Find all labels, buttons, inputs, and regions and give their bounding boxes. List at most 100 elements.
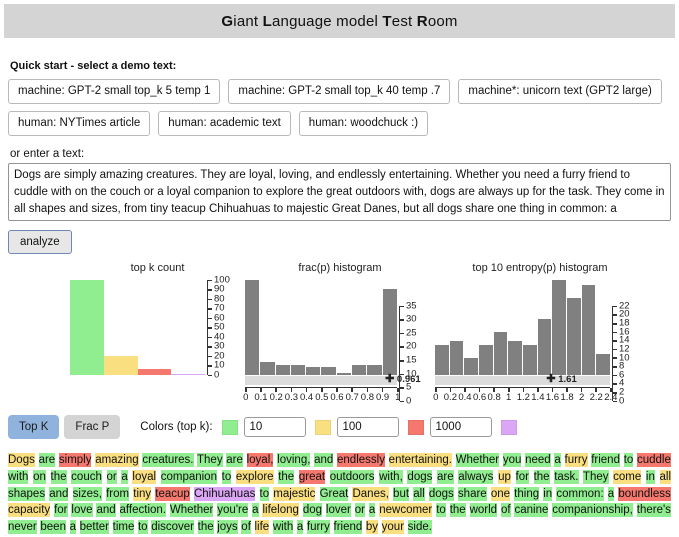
result-token[interactable]: to bbox=[138, 520, 148, 534]
result-token[interactable]: and bbox=[49, 487, 68, 501]
demo-button-academic-text[interactable]: human: academic text bbox=[158, 111, 291, 136]
result-token[interactable]: are bbox=[226, 453, 243, 467]
color-threshold-input-2[interactable] bbox=[430, 417, 492, 437]
result-token[interactable]: time bbox=[113, 520, 135, 534]
result-token[interactable]: there's bbox=[637, 503, 671, 517]
result-token[interactable]: been bbox=[40, 520, 66, 534]
result-token[interactable]: entertaining. bbox=[389, 453, 452, 467]
result-token[interactable]: a bbox=[252, 503, 258, 517]
result-token[interactable]: joys bbox=[217, 520, 237, 534]
result-token[interactable]: capacity bbox=[8, 503, 50, 517]
result-token[interactable]: Dogs bbox=[8, 453, 35, 467]
result-token[interactable]: to bbox=[222, 470, 232, 484]
result-token[interactable]: the bbox=[51, 470, 67, 484]
demo-button-woodchuck[interactable]: human: woodchuck :) bbox=[299, 111, 428, 136]
result-token[interactable]: for bbox=[516, 470, 529, 484]
color-swatch-0[interactable] bbox=[222, 420, 238, 435]
result-token[interactable]: one bbox=[491, 487, 510, 501]
result-token[interactable]: lifelong bbox=[262, 503, 298, 517]
result-token[interactable]: Chihuahuas bbox=[194, 487, 255, 501]
result-token[interactable]: a bbox=[369, 503, 375, 517]
demo-button-unicorn-text[interactable]: machine*: unicorn text (GPT2 large) bbox=[458, 79, 661, 104]
analyze-button[interactable]: analyze bbox=[8, 230, 72, 254]
result-token[interactable]: boundless bbox=[618, 487, 670, 501]
result-token[interactable]: majestic bbox=[273, 487, 315, 501]
result-token[interactable]: on bbox=[33, 470, 46, 484]
result-token[interactable]: a bbox=[608, 487, 614, 501]
result-token[interactable]: teacup bbox=[155, 487, 190, 501]
result-token[interactable]: great bbox=[299, 470, 325, 484]
result-token[interactable]: and bbox=[96, 503, 115, 517]
result-token[interactable]: sizes, bbox=[73, 487, 102, 501]
result-token[interactable]: love bbox=[71, 503, 92, 517]
result-token[interactable]: to bbox=[436, 503, 446, 517]
result-token[interactable]: need bbox=[525, 453, 551, 467]
tab-frac-p[interactable]: Frac P bbox=[64, 415, 120, 439]
result-token[interactable]: loyal bbox=[132, 470, 156, 484]
result-token[interactable]: from bbox=[106, 487, 129, 501]
result-token[interactable]: better bbox=[80, 520, 109, 534]
result-token[interactable]: Great bbox=[320, 487, 349, 501]
result-token[interactable]: and bbox=[314, 453, 333, 467]
result-token[interactable]: Whether bbox=[456, 453, 499, 467]
result-token[interactable]: friend bbox=[334, 520, 363, 534]
result-token[interactable]: loving, bbox=[277, 453, 310, 467]
result-token[interactable]: come bbox=[613, 470, 641, 484]
result-token[interactable]: discover bbox=[151, 520, 194, 534]
result-token[interactable]: dog bbox=[303, 503, 322, 517]
text-input[interactable] bbox=[8, 163, 671, 221]
result-token[interactable]: your bbox=[382, 520, 404, 534]
result-token[interactable]: loyal, bbox=[247, 453, 274, 467]
tab-top-k[interactable]: Top K bbox=[8, 415, 59, 439]
result-token[interactable]: dogs bbox=[429, 487, 454, 501]
result-token[interactable]: of bbox=[241, 520, 251, 534]
result-token[interactable]: companionship, bbox=[552, 503, 633, 517]
result-token[interactable]: a bbox=[297, 520, 303, 534]
result-token[interactable]: you're bbox=[217, 503, 248, 517]
result-token[interactable]: furry bbox=[565, 453, 588, 467]
result-token[interactable]: a bbox=[121, 470, 127, 484]
result-token[interactable]: with bbox=[273, 520, 293, 534]
result-token[interactable]: lover bbox=[326, 503, 351, 517]
result-token[interactable]: share bbox=[458, 487, 487, 501]
result-token[interactable]: a bbox=[70, 520, 76, 534]
color-threshold-input-1[interactable] bbox=[337, 417, 399, 437]
result-token[interactable]: with bbox=[8, 470, 28, 484]
result-token[interactable]: of bbox=[501, 503, 511, 517]
result-token[interactable]: a bbox=[554, 453, 560, 467]
result-token[interactable]: explore bbox=[236, 470, 274, 484]
result-token[interactable]: all bbox=[660, 470, 672, 484]
color-threshold-input-0[interactable] bbox=[244, 417, 306, 437]
result-token[interactable]: companion bbox=[161, 470, 217, 484]
result-token[interactable]: you bbox=[503, 453, 522, 467]
result-token[interactable]: shapes bbox=[8, 487, 45, 501]
result-token[interactable]: the bbox=[278, 470, 294, 484]
result-token[interactable]: are bbox=[437, 470, 454, 484]
result-token[interactable]: amazing bbox=[95, 453, 138, 467]
result-token[interactable]: cuddle bbox=[637, 453, 671, 467]
result-token[interactable]: the bbox=[534, 470, 550, 484]
result-token[interactable]: but bbox=[393, 487, 409, 501]
result-token[interactable]: up bbox=[498, 470, 511, 484]
result-token[interactable]: to bbox=[624, 453, 634, 467]
result-token[interactable]: task. bbox=[554, 470, 578, 484]
result-token[interactable]: never bbox=[8, 520, 37, 534]
result-token[interactable]: to bbox=[260, 487, 270, 501]
result-token[interactable]: They bbox=[197, 453, 223, 467]
result-token[interactable]: creatures. bbox=[142, 453, 193, 467]
result-token[interactable]: with, bbox=[379, 470, 403, 484]
color-swatch-2[interactable] bbox=[408, 420, 424, 435]
result-token[interactable]: newcomer bbox=[379, 503, 432, 517]
result-token[interactable]: for bbox=[54, 503, 67, 517]
result-token[interactable]: are bbox=[39, 453, 56, 467]
result-token[interactable]: simply bbox=[59, 453, 92, 467]
result-token[interactable]: Danes, bbox=[352, 487, 388, 501]
result-token[interactable]: Whether bbox=[170, 503, 213, 517]
result-token[interactable]: life bbox=[255, 520, 270, 534]
result-token[interactable]: world bbox=[470, 503, 497, 517]
result-token[interactable]: endlessly bbox=[337, 453, 385, 467]
result-token[interactable]: friend bbox=[591, 453, 620, 467]
result-token[interactable]: affection. bbox=[120, 503, 166, 517]
result-token[interactable]: common: bbox=[556, 487, 603, 501]
result-token[interactable]: or bbox=[107, 470, 117, 484]
